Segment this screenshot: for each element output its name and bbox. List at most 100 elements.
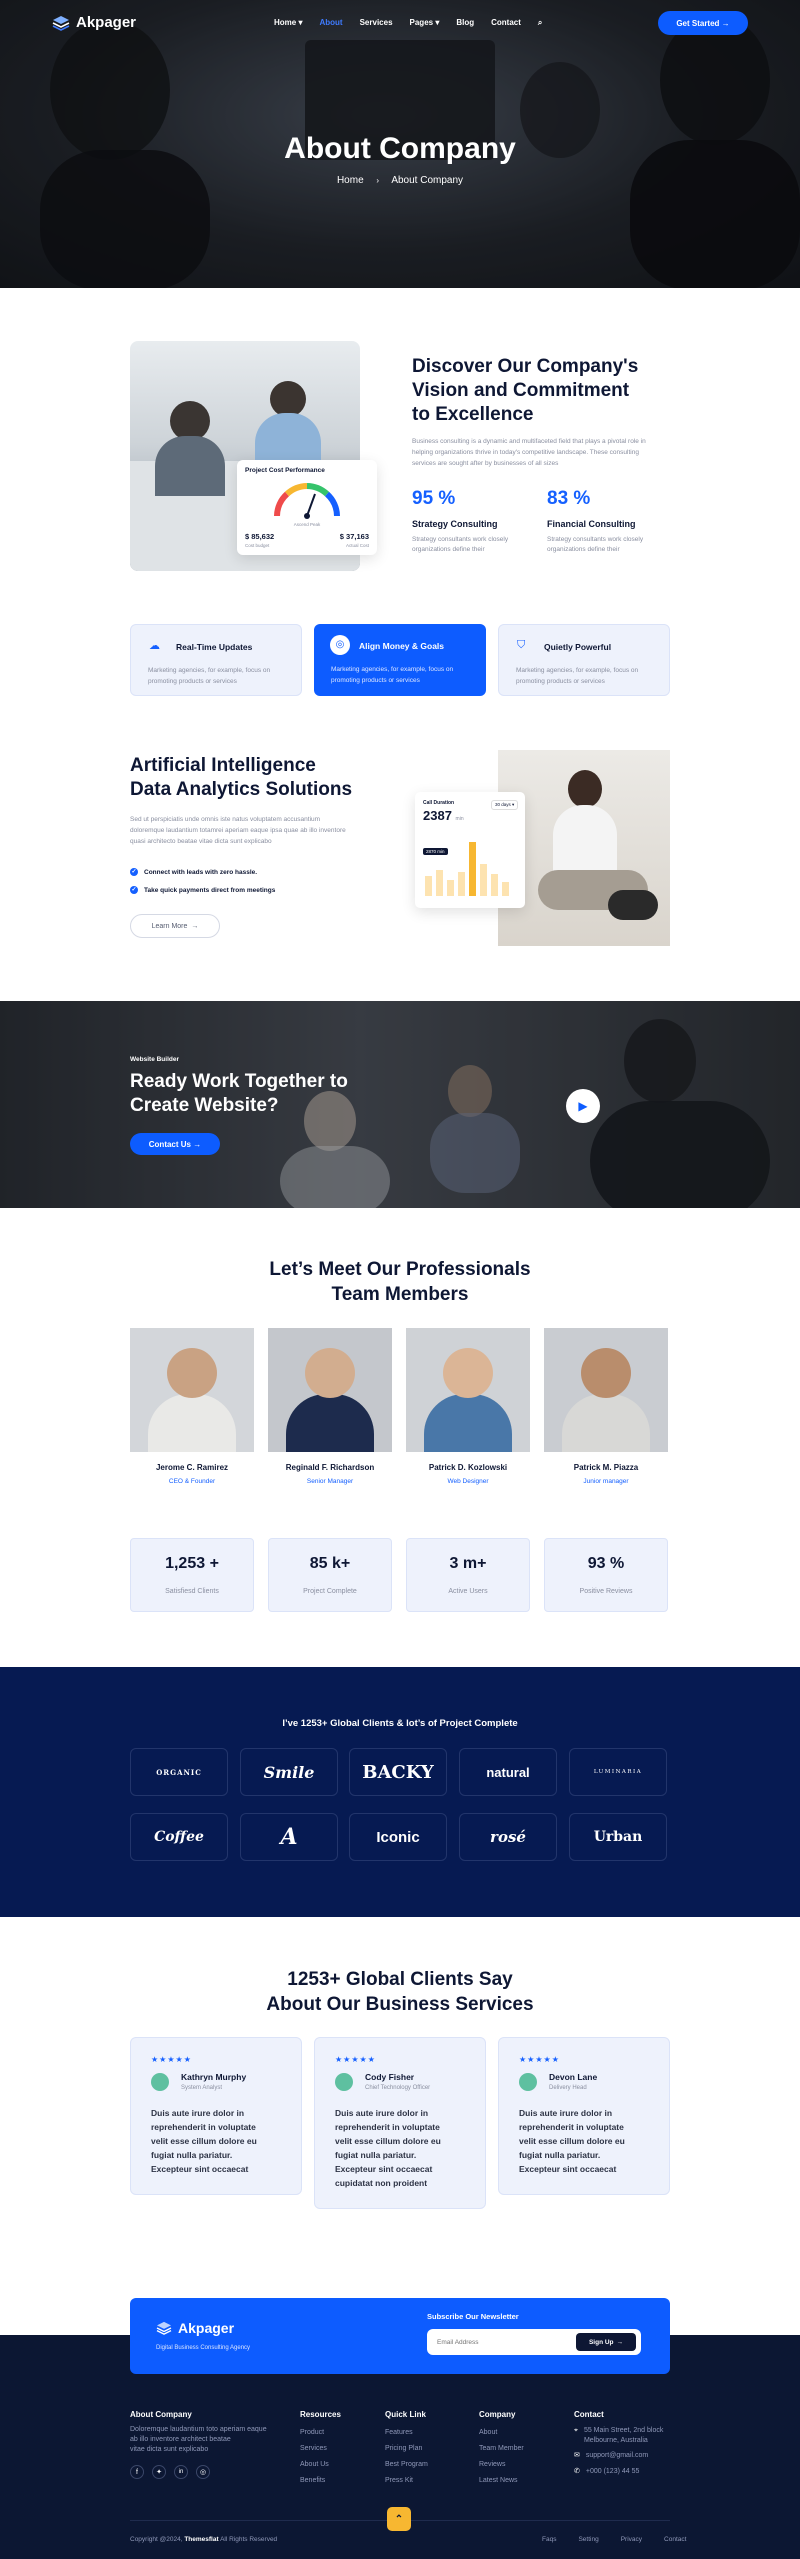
footer-bottom-link[interactable]: Contact (664, 2536, 686, 2543)
desc-line: organizations define their (547, 546, 620, 553)
contact-email[interactable]: support@gmail.com (586, 2448, 648, 2464)
widget-value: 2387 min (423, 808, 464, 823)
newsletter-banner: Akpager Digital Business Consulting Agen… (130, 2298, 670, 2374)
member-name[interactable]: Jerome C. Ramirez (130, 1463, 254, 1472)
search-icon[interactable]: ⌕ (538, 18, 542, 28)
footer-link[interactable]: Benefits (300, 2473, 341, 2489)
discover-description: Business consulting is a dynamic and mul… (412, 436, 646, 469)
review-text: Duis aute irure dolor in reprehenderit i… (151, 2106, 257, 2176)
instagram-icon[interactable]: ◎ (196, 2465, 210, 2479)
footer-link[interactable]: Team Member (479, 2441, 524, 2457)
brand-logo[interactable]: Akpager (52, 14, 136, 31)
logo-icon (156, 2321, 172, 2335)
period-select-label: 30 days (495, 802, 511, 807)
stat-label: Satisfiesd Clients (165, 1588, 219, 1595)
reviewer-role: Delivery Head (549, 2085, 587, 2091)
nav-about[interactable]: About (319, 18, 342, 28)
client-logo[interactable]: Smile (240, 1748, 338, 1796)
play-video-button[interactable]: ▶ (566, 1089, 600, 1123)
client-logo[interactable]: Iconic (349, 1813, 447, 1861)
get-started-button[interactable]: Get Started → (658, 11, 748, 35)
phone-row: ✆ +000 (123) 44 55 (574, 2464, 663, 2480)
footer-link[interactable]: Pricing Plan (385, 2441, 428, 2457)
email-input[interactable] (437, 2335, 567, 2349)
footer-heading: Contact (574, 2410, 604, 2419)
financial-title: Financial Consulting (547, 519, 636, 529)
copyright-brand[interactable]: Themesflat (184, 2536, 218, 2543)
desc-line: organizations define their (412, 546, 485, 553)
feature-card-quiet[interactable]: ⛉ Quietly Powerful Marketing agencies, f… (498, 624, 670, 696)
feature-desc: Marketing agencies, for example, focus o… (516, 665, 638, 687)
sign-up-button[interactable]: Sign Up → (576, 2333, 636, 2351)
footer-bottom-link[interactable]: Setting (578, 2536, 598, 2543)
client-logo[interactable]: BACKY (349, 1748, 447, 1796)
desc-line: Marketing agencies, for example, focus o… (148, 667, 271, 674)
face (167, 1348, 217, 1398)
footer-link[interactable]: Reviews (479, 2457, 524, 2473)
ai-description: Sed ut perspiciatis unde omnis iste natu… (130, 814, 346, 847)
learn-more-button[interactable]: Learn More → (130, 914, 220, 938)
check-label: Connect with leads with zero hassle. (144, 868, 258, 876)
footer-bottom-link[interactable]: Privacy (621, 2536, 642, 2543)
arrow-right-icon: → (616, 2338, 624, 2346)
client-logo[interactable]: natural (459, 1748, 557, 1796)
member-name[interactable]: Patrick M. Piazza (544, 1463, 668, 1472)
footer-link[interactable]: About (479, 2425, 524, 2441)
feature-title: Quietly Powerful (544, 642, 612, 652)
feature-card-realtime[interactable]: ☁ Real-Time Updates Marketing agencies, … (130, 624, 302, 696)
cta-heading-line: Create Website? (130, 1095, 279, 1116)
footer-bottom-link[interactable]: Faqs (542, 2536, 556, 2543)
sign-up-label: Sign Up (588, 2338, 614, 2346)
footer-logo[interactable]: Akpager (156, 2320, 234, 2336)
mail-icon: ✉ (574, 2452, 580, 2459)
nav-pages[interactable]: Pages ▾ (410, 18, 440, 28)
footer-link[interactable]: Services (300, 2441, 341, 2457)
footer-link[interactable]: Press Kit (385, 2473, 428, 2489)
breadcrumb-home[interactable]: Home (337, 175, 364, 186)
footer-link[interactable]: Best Program (385, 2457, 428, 2473)
strategy-title: Strategy Consulting (412, 519, 498, 529)
linkedin-icon[interactable]: in (174, 2465, 188, 2479)
nav-home[interactable]: Home ▾ (274, 18, 302, 28)
desc-line: Business consulting is a dynamic and mul… (412, 438, 646, 445)
client-logo[interactable]: Urban (569, 1813, 667, 1861)
feature-card-align[interactable]: ◎ Align Money & Goals Marketing agencies… (314, 624, 486, 696)
nav-blog[interactable]: Blog (456, 18, 474, 28)
client-logo[interactable]: rosé (459, 1813, 557, 1861)
member-name[interactable]: Patrick D. Kozlowski (406, 1463, 530, 1472)
team-member-photo (544, 1328, 668, 1452)
footer-link[interactable]: Latest News (479, 2473, 524, 2489)
contact-us-button[interactable]: Contact Us → (130, 1133, 220, 1155)
period-select[interactable]: 30 days ▾ (491, 800, 519, 810)
chevron-right-icon: › (376, 176, 380, 185)
stat-card: 85 k+ Project Complete (268, 1538, 392, 1612)
nav-services[interactable]: Services (360, 18, 393, 28)
twitter-icon[interactable]: ✦ (152, 2465, 166, 2479)
review-line: velit esse cillum dolore eu (519, 2136, 625, 2146)
ai-heading-line: Artificial Intelligence (130, 755, 316, 776)
client-logo[interactable]: ORGANIC (130, 1748, 228, 1796)
brand-tagline: Digital Business Consulting Agency (156, 2345, 251, 2351)
client-logo[interactable]: LUMINARIA (569, 1748, 667, 1796)
team-member-photo (130, 1328, 254, 1452)
client-logo[interactable]: A (240, 1813, 338, 1861)
desc-line: services are sought after by businesses … (412, 460, 559, 467)
member-name[interactable]: Reginald F. Richardson (268, 1463, 392, 1472)
footer-about: About Company Doloremque laudantium toto… (130, 2407, 267, 2479)
desc-line: Marketing agencies, for example, focus o… (516, 667, 639, 674)
contact-phone[interactable]: +000 (123) 44 55 (586, 2464, 640, 2480)
review-text: Duis aute irure dolor in reprehenderit i… (335, 2106, 441, 2190)
check-icon: ✓ (130, 868, 138, 876)
facebook-icon[interactable]: f (130, 2465, 144, 2479)
footer-link[interactable]: Product (300, 2425, 341, 2441)
scroll-to-top-button[interactable]: ⌃ (387, 2507, 411, 2531)
nav-contact[interactable]: Contact (491, 18, 521, 28)
newsletter-title: Subscribe Our Newsletter (427, 2312, 519, 2321)
footer-link[interactable]: About Us (300, 2457, 341, 2473)
footer-heading: Company (479, 2410, 516, 2419)
feature-desc: Marketing agencies, for example, focus o… (148, 665, 270, 687)
footer-link[interactable]: Features (385, 2425, 428, 2441)
desc-line: promoting products or services (516, 678, 605, 685)
client-logo[interactable]: Coffee (130, 1813, 228, 1861)
feature-desc: Marketing agencies, for example, focus o… (331, 664, 453, 686)
